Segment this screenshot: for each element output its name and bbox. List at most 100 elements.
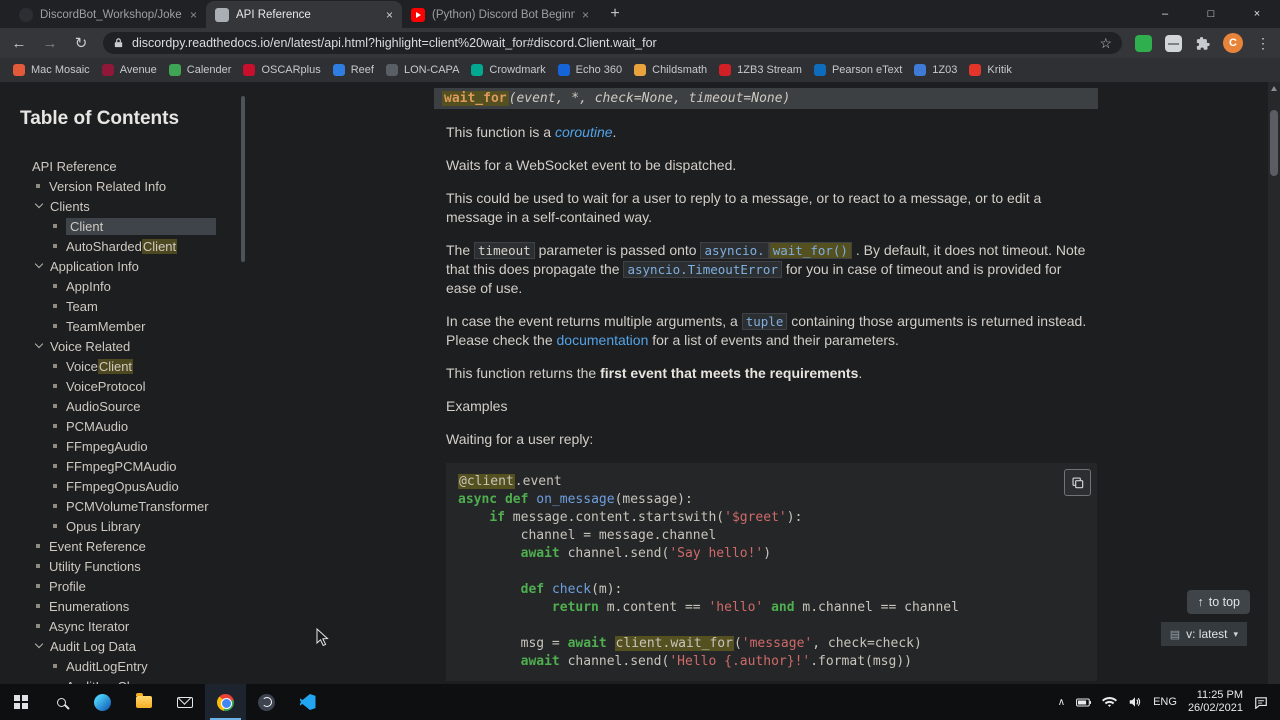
inline-link[interactable]: coroutine [555,124,613,140]
sidebar-item[interactable]: AudioSource [20,396,250,416]
hidden-icons-chevron[interactable]: ∧ [1058,697,1065,708]
bookmark-item[interactable]: LON-CAPA [381,62,464,78]
taskbar-app-obs[interactable] [246,684,287,720]
sidebar-item[interactable]: FFmpegOpusAudio [20,476,250,496]
bullet-icon [36,584,40,588]
browser-tab[interactable]: (Python) Discord Bot Beginner Tu... × [402,1,598,28]
inline-link[interactable]: documentation [557,332,649,348]
taskbar-app-explorer[interactable] [123,684,164,720]
sidebar-item[interactable]: AppInfo [20,276,250,296]
sidebar-item[interactable]: Application Info [20,256,250,276]
taskbar-app-chrome[interactable] [205,684,246,720]
scrollbar-thumb[interactable] [1270,110,1278,176]
sidebar-item[interactable]: Profile [20,576,250,596]
bookmark-item[interactable]: Echo 360 [553,62,627,78]
wifi-icon[interactable] [1102,696,1118,708]
inline-link[interactable]: asyncio.TimeoutError [623,261,782,278]
tab-close-icon[interactable]: × [190,8,197,22]
back-to-top-button[interactable]: ↑ to top [1187,590,1250,614]
tab-close-icon[interactable]: × [582,8,589,22]
function-name: wait_for [442,91,509,106]
bookmark-item[interactable]: OSCARplus [238,62,325,78]
sidebar-item[interactable]: Utility Functions [20,556,250,576]
sidebar-item[interactable]: PCMVolumeTransformer [20,496,250,516]
taskbar-clock[interactable]: 11:25 PM 26/02/2021 [1188,689,1243,715]
sidebar-item[interactable]: Audit Log Data [20,636,250,656]
sidebar-item[interactable]: AutoShardedClient [20,236,250,256]
bookmark-star-icon[interactable]: ☆ [1099,35,1112,52]
profile-avatar[interactable]: C [1223,33,1243,53]
sidebar-item[interactable]: PCMAudio [20,416,250,436]
maximize-button[interactable]: □ [1188,0,1234,28]
browser-tab[interactable]: API Reference × [206,1,402,28]
clock-date: 26/02/2021 [1187,702,1243,714]
new-tab-button[interactable]: + [602,2,628,26]
sidebar-item[interactable]: Client [20,216,250,236]
sidebar-item[interactable]: AuditLogEntry [20,656,250,676]
address-bar[interactable]: discordpy.readthedocs.io/en/latest/api.h… [103,32,1122,54]
sidebar-item-label: API Reference [32,159,117,174]
sidebar-item[interactable]: Enumerations [20,596,250,616]
taskbar-app-vscode[interactable] [287,684,328,720]
chevron-down-icon[interactable] [34,639,44,649]
inline-link[interactable]: asyncio. [700,242,769,259]
sidebar-item[interactable]: Event Reference [20,536,250,556]
doc-main: wait_for (event, *, check=None, timeout=N… [434,88,1098,684]
sidebar-item[interactable]: FFmpegAudio [20,436,250,456]
sidebar-item[interactable]: VoiceClient [20,356,250,376]
chevron-down-icon[interactable] [34,199,44,209]
bookmark-item[interactable]: Mac Mosaic [8,62,95,78]
bookmark-item[interactable]: Calender [164,62,237,78]
tab-close-icon[interactable]: × [386,8,393,22]
text: Waits for a WebSocket event to be dispat… [446,157,737,173]
taskbar-app-edge[interactable] [82,684,123,720]
chevron-down-icon[interactable] [34,259,44,269]
extension-icon-green[interactable] [1135,34,1152,52]
sidebar-item[interactable]: Opus Library [20,516,250,536]
version-flyout[interactable]: ▤ v: latest ▾ [1160,622,1247,646]
extension-icon-notes[interactable] [1165,34,1182,52]
back-icon[interactable]: ← [10,35,28,52]
battery-icon[interactable] [1076,698,1092,707]
window-scrollbar[interactable] [1268,82,1280,684]
action-center-icon[interactable] [1254,696,1268,709]
sidebar-item[interactable]: Clients [20,196,250,216]
text: parameter is passed onto [534,242,701,258]
taskbar-app-mail[interactable] [164,684,205,720]
bookmark-item[interactable]: Pearson eText [809,62,907,78]
bookmark-item[interactable]: 1Z03 [909,62,962,78]
taskbar-app-start[interactable] [0,684,41,720]
inline-link[interactable]: wait_for() [768,242,852,259]
browser-tab[interactable]: DiscordBot_Workshop/Joke Bot × [10,1,206,28]
extensions-puzzle-icon[interactable] [1195,36,1210,51]
refresh-icon[interactable]: ↻ [72,34,90,52]
bookmark-item[interactable]: Avenue [97,62,162,78]
bookmark-item[interactable]: 1ZB3 Stream [714,62,807,78]
sidebar-item[interactable]: FFmpegPCMAudio [20,456,250,476]
sidebar-item[interactable]: Version Related Info [20,176,250,196]
sidebar-item[interactable]: API Reference [20,156,250,176]
volume-icon[interactable] [1128,696,1142,708]
forward-icon[interactable]: → [41,35,59,52]
close-button[interactable]: × [1234,0,1280,28]
scroll-up-icon[interactable] [1270,86,1277,91]
bookmark-item[interactable]: Childsmath [629,62,712,78]
bookmark-item[interactable]: Crowdmark [466,62,550,78]
bookmark-item[interactable]: Kritik [964,62,1016,78]
taskbar-app-search[interactable] [41,684,82,720]
bookmark-item[interactable]: Reef [328,62,379,78]
copy-button[interactable] [1064,469,1091,496]
sidebar-scrollbar[interactable] [241,96,245,262]
minimize-button[interactable]: – [1142,0,1188,28]
sidebar-item[interactable]: AuditLogChanges [20,676,250,685]
sidebar-item[interactable]: Team [20,296,250,316]
sidebar-item[interactable]: TeamMember [20,316,250,336]
sidebar-item[interactable]: VoiceProtocol [20,376,250,396]
chevron-down-icon[interactable] [34,339,44,349]
language-indicator[interactable]: ENG [1153,696,1177,708]
sidebar-item[interactable]: Voice Related [20,336,250,356]
sidebar-item[interactable]: Async Iterator [20,616,250,636]
browser-menu-icon[interactable]: ⋮ [1256,35,1270,52]
inline-link[interactable]: tuple [741,313,788,330]
